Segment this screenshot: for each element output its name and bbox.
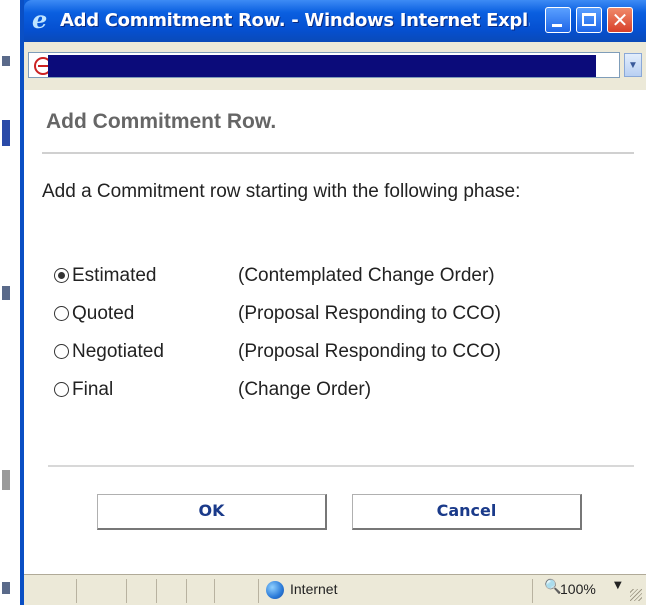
status-divider	[156, 579, 157, 603]
radio-final[interactable]	[54, 382, 69, 397]
radio-quoted[interactable]	[54, 306, 69, 321]
option-label: Final	[72, 379, 114, 400]
zoom-icon[interactable]: 🔍	[544, 579, 561, 595]
background-fragment	[2, 120, 10, 146]
phase-option-quoted[interactable]: Quoted (Proposal Responding to CCO)	[52, 301, 612, 327]
zoom-dropdown-icon[interactable]: ▼	[614, 580, 622, 591]
title-bar[interactable]: e Add Commitment Row. - Windows Internet…	[24, 0, 646, 42]
minimize-icon	[552, 24, 562, 27]
option-description: (Proposal Responding to CCO)	[238, 341, 501, 362]
phase-option-estimated[interactable]: Estimated (Contemplated Change Order)	[52, 263, 612, 289]
option-description: (Change Order)	[238, 379, 372, 400]
instruction-text: Add a Commitment row starting with the f…	[42, 181, 521, 202]
status-divider	[214, 579, 215, 603]
close-icon: ✕	[611, 8, 629, 32]
status-divider	[186, 579, 187, 603]
address-redaction	[48, 55, 596, 77]
status-bar: Internet 🔍 100% ▼	[24, 574, 646, 605]
window-title: Add Commitment Row. - Windows Internet E…	[60, 10, 530, 31]
minimize-button[interactable]	[545, 7, 571, 33]
zoom-level[interactable]: 100%	[560, 581, 596, 597]
resize-grip-icon[interactable]	[630, 589, 642, 601]
phase-option-final[interactable]: Final (Change Order)	[52, 377, 612, 403]
status-divider	[76, 579, 77, 603]
popup-window: e Add Commitment Row. - Windows Internet…	[20, 0, 646, 605]
dialog-title: Add Commitment Row.	[46, 110, 277, 133]
background-fragment	[2, 470, 10, 490]
phase-option-negotiated[interactable]: Negotiated (Proposal Responding to CCO)	[52, 339, 612, 365]
dialog-content: Add Commitment Row. Add a Commitment row…	[24, 90, 646, 574]
cancel-button[interactable]: Cancel	[352, 494, 582, 530]
divider	[42, 152, 634, 154]
ie-icon: e	[32, 5, 48, 34]
background-fragment	[2, 582, 10, 594]
maximize-icon	[582, 13, 596, 26]
ok-button[interactable]: OK	[97, 494, 327, 530]
address-bar: ▼	[24, 42, 646, 90]
radio-estimated[interactable]	[54, 268, 69, 283]
status-divider	[258, 579, 259, 603]
radio-negotiated[interactable]	[54, 344, 69, 359]
status-divider	[532, 579, 533, 603]
background-fragment	[2, 56, 10, 66]
divider	[48, 465, 634, 467]
address-dropdown-button[interactable]: ▼	[624, 53, 642, 77]
background-fragment	[2, 286, 10, 300]
status-divider	[126, 579, 127, 603]
option-description: (Contemplated Change Order)	[238, 265, 495, 286]
option-label: Estimated	[72, 265, 157, 286]
security-zone: Internet	[290, 581, 338, 597]
option-description: (Proposal Responding to CCO)	[238, 303, 501, 324]
close-button[interactable]: ✕	[607, 7, 633, 33]
maximize-button[interactable]	[576, 7, 602, 33]
option-label: Quoted	[72, 303, 135, 324]
option-label: Negotiated	[72, 341, 164, 362]
globe-icon	[266, 581, 284, 599]
